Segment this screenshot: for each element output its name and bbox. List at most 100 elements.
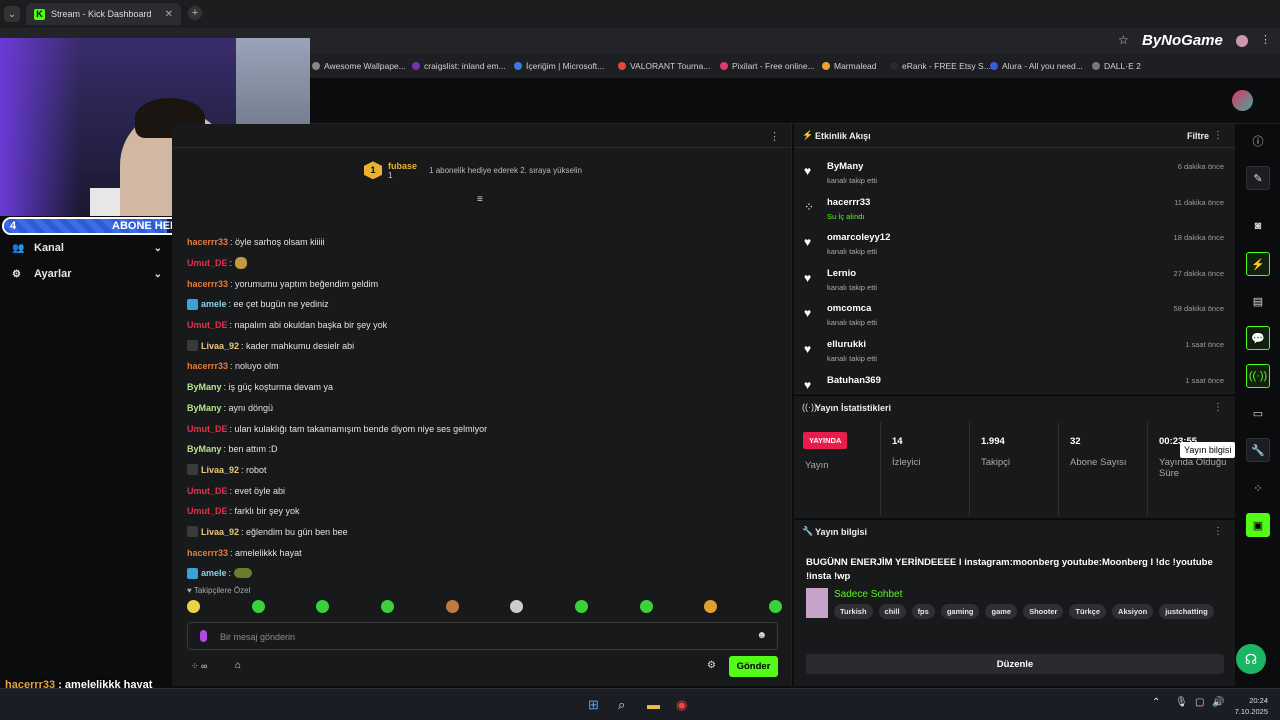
sidebar-item-ayarlar[interactable]: ⚙ Ayarlar ⌄	[12, 268, 162, 280]
chat-username[interactable]: hacerrr33	[187, 237, 228, 247]
bookmark-item[interactable]: eRank - FREE Etsy S...	[890, 61, 991, 71]
avatar[interactable]	[1232, 90, 1253, 111]
chrome-icon[interactable]: ◉	[676, 697, 687, 713]
emote-button[interactable]	[380, 600, 394, 613]
clock[interactable]: 20:24 7.10.2025	[1235, 695, 1268, 717]
chat-options-icon[interactable]: ⋮	[769, 130, 780, 143]
chat-username[interactable]: ByMany	[187, 403, 222, 413]
activity-item[interactable]: ♥ omcomca kanalı takip etti 58 dakika önce	[804, 300, 1224, 332]
emote-button[interactable]	[316, 600, 330, 613]
tag-pill[interactable]: justchatting	[1159, 604, 1214, 619]
scroll-down-icon[interactable]: ≡	[477, 194, 483, 205]
tag-pill[interactable]: fps	[911, 604, 935, 619]
pinned-user[interactable]: fubase	[388, 161, 417, 171]
emote-button[interactable]	[510, 600, 524, 613]
activity-item[interactable]: ⁘ hacerrr33 Su İç alındı 11 dakika önce	[804, 194, 1224, 226]
emoji-icon[interactable]: ☻	[756, 630, 767, 641]
activity-item[interactable]: ♥ ellurukki kanalı takip etti 1 saat önce	[804, 336, 1224, 368]
stats-options-icon[interactable]: ⋮	[1213, 402, 1223, 413]
emote-button[interactable]	[187, 600, 200, 613]
browser-tab[interactable]: K Stream - Kick Dashboard ✕	[26, 3, 181, 25]
tag-pill[interactable]: Türkçe	[1069, 604, 1107, 619]
tag-pill[interactable]: Shooter	[1023, 604, 1064, 619]
activity-time: 58 dakika önce	[1173, 304, 1224, 314]
tag-pill[interactable]: gaming	[940, 604, 980, 619]
new-tab-button[interactable]: +	[188, 6, 202, 20]
chat-username[interactable]: hacerrr33	[187, 548, 228, 558]
store-icon[interactable]: ⌂	[235, 660, 241, 671]
tag-pill[interactable]: chill	[878, 604, 906, 619]
chat-username[interactable]: Umut_DE	[187, 506, 228, 516]
camera-icon[interactable]: ◙	[1246, 214, 1270, 238]
chat-bubble-icon[interactable]: 💬	[1246, 326, 1270, 350]
wrench-icon[interactable]: 🔧	[1246, 438, 1270, 462]
windows-start-icon[interactable]: ⊞	[588, 697, 599, 713]
tag-pill[interactable]: Turkish	[834, 604, 873, 619]
sidebar-item-kanal[interactable]: 👥 Kanal ⌄	[12, 242, 162, 254]
browser-menu-icon[interactable]: ⋮	[1260, 33, 1271, 46]
info-options-icon[interactable]: ⋮	[1213, 526, 1223, 537]
activity-item[interactable]: ♥ Lernio kanalı takip etti 27 dakika önce	[804, 265, 1224, 297]
bookmark-item[interactable]: craigslist: inland em...	[412, 61, 506, 71]
tag-pill[interactable]: Aksiyon	[1112, 604, 1154, 619]
emote-button[interactable]	[704, 600, 718, 613]
activity-item[interactable]: ♥ ByMany kanalı takip etti 6 dakika önce	[804, 158, 1224, 190]
chat-username[interactable]: hacerrr33	[187, 361, 228, 371]
chat-username[interactable]: Umut_DE	[187, 424, 228, 434]
points-icon[interactable]: ⁘	[1246, 476, 1270, 500]
bookmark-item[interactable]: Marmalead	[822, 61, 877, 71]
chat-username[interactable]: amele	[201, 299, 227, 309]
emote-button[interactable]	[251, 600, 265, 613]
profile-icon[interactable]	[1236, 35, 1248, 47]
broadcast-icon[interactable]: ((·))	[1246, 364, 1270, 388]
chat-username[interactable]: hacerrr33	[187, 279, 228, 289]
chat-username[interactable]: Umut_DE	[187, 258, 228, 268]
chat-username[interactable]: Livaa_92	[201, 527, 239, 537]
filter-button[interactable]: Filtre	[1187, 131, 1209, 141]
activity-options-icon[interactable]: ⋮	[1213, 130, 1223, 141]
tab-close-icon[interactable]: ✕	[165, 9, 173, 20]
microphone-icon[interactable]	[200, 630, 207, 642]
chat-input[interactable]: Bir mesaj gönderin ☻	[187, 622, 778, 650]
bookmark-item[interactable]: VALORANT Tourna...	[618, 61, 710, 71]
bolt-icon[interactable]: ⚡	[1246, 252, 1270, 276]
search-icon[interactable]: ⌕	[618, 697, 625, 713]
chat-username[interactable]: Livaa_92	[201, 465, 239, 475]
tab-search-icon[interactable]: ⌄	[4, 6, 20, 22]
help-chat-button[interactable]: ☊	[1236, 644, 1266, 674]
tag-pill[interactable]: game	[985, 604, 1018, 619]
layout-icon[interactable]: ▭	[1246, 401, 1270, 425]
chat-username[interactable]: ByMany	[187, 444, 222, 454]
send-button[interactable]: Gönder	[729, 656, 778, 677]
game-icon[interactable]: ▣	[1246, 513, 1270, 537]
emote-button[interactable]	[768, 600, 782, 613]
chat-username[interactable]: amele	[201, 568, 227, 578]
chat-settings-icon[interactable]: ⚙	[707, 660, 716, 671]
category-name[interactable]: Sadece Sohbet	[834, 589, 902, 600]
chat-username[interactable]: Umut_DE	[187, 486, 228, 496]
document-icon[interactable]: ▤	[1246, 289, 1270, 313]
chat-username[interactable]: ByMany	[187, 382, 222, 392]
network-icon[interactable]: ▢	[1195, 697, 1204, 708]
bookmark-item[interactable]: İçeriğim | Microsoft...	[514, 61, 604, 71]
pencil-icon[interactable]: ✎	[1246, 166, 1270, 190]
bookmark-item[interactable]: DALL·E 2	[1092, 61, 1141, 71]
activity-item[interactable]: ♥ omarcoleyy12 kanalı takip etti 18 dakika …	[804, 229, 1224, 261]
emote-image	[235, 257, 248, 270]
bookmark-item[interactable]: Pixilart - Free online...	[720, 61, 815, 71]
volume-icon[interactable]: 🔊	[1212, 697, 1224, 708]
edit-button[interactable]: Düzenle	[806, 654, 1224, 674]
microphone-icon[interactable]: 🎙	[1175, 697, 1188, 708]
emote-button[interactable]	[445, 600, 459, 613]
chat-username[interactable]: Livaa_92	[201, 341, 239, 351]
folder-icon[interactable]: ▬	[647, 697, 660, 712]
bookmark-star-icon[interactable]: ☆	[1118, 33, 1129, 47]
emote-button[interactable]	[574, 600, 588, 613]
emote-button[interactable]	[639, 600, 653, 613]
channel-points[interactable]: ⁘ ∞	[191, 661, 207, 672]
bookmark-item[interactable]: Alura - All you need...	[990, 61, 1083, 71]
info-icon[interactable]: ⓘ	[1246, 129, 1270, 153]
chat-username[interactable]: Umut_DE	[187, 320, 228, 330]
bookmark-item[interactable]: Awesome Wallpape...	[312, 61, 406, 71]
tray-chevron-icon[interactable]: ⌃	[1152, 697, 1160, 708]
